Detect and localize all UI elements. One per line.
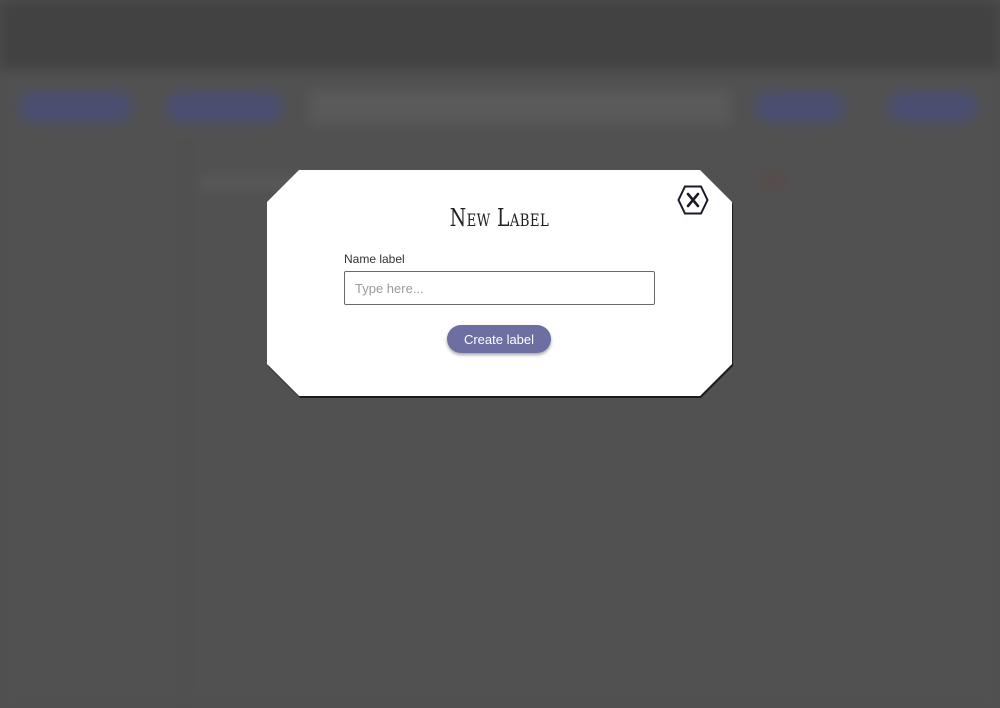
background-search-bar <box>310 90 730 124</box>
background-top-bar <box>0 0 1000 70</box>
background-button <box>888 92 978 122</box>
background-button <box>165 92 283 122</box>
background-badge <box>760 172 786 188</box>
name-label-input[interactable] <box>344 271 655 305</box>
background-button <box>755 92 845 122</box>
name-label-field-label: Name label <box>344 252 405 266</box>
close-hex-icon <box>677 185 709 215</box>
background-divider <box>185 140 187 708</box>
background-button <box>18 92 133 122</box>
create-label-button[interactable]: Create label <box>447 325 551 353</box>
close-button[interactable] <box>677 185 709 215</box>
new-label-dialog: New Label Name label Create label <box>267 170 732 396</box>
dialog-title: New Label <box>449 204 550 232</box>
